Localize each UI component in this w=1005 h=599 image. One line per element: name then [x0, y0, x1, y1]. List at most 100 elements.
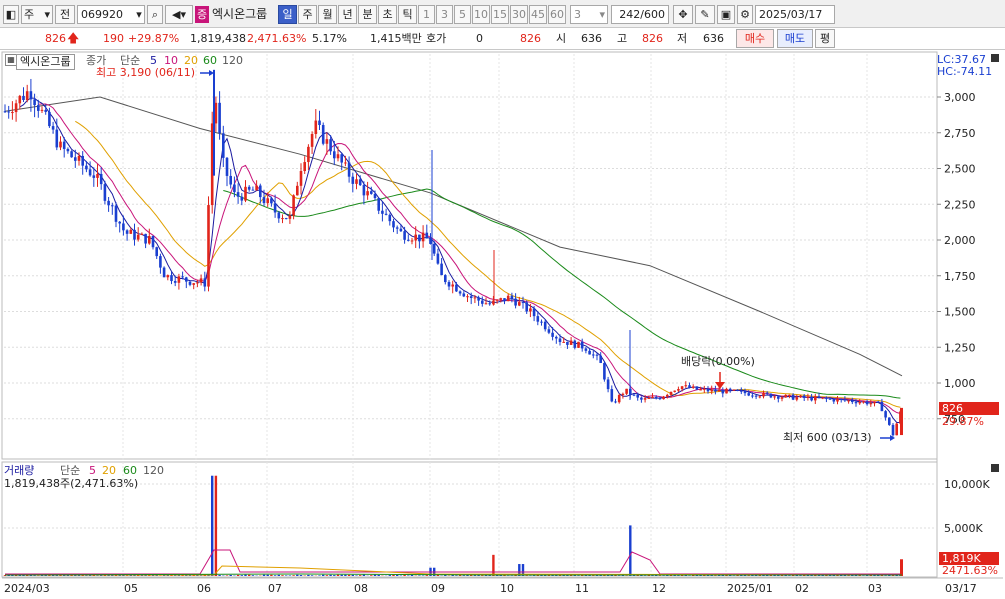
candle-body [488, 303, 491, 305]
chart-canvas[interactable]: 3,000 2,750 2,500 2,250 2,000 1,750 1,500 1,250… [0, 0, 1005, 599]
candle-body [532, 308, 536, 317]
candle-body [88, 169, 92, 176]
candle-body [251, 189, 255, 191]
candle-body [669, 391, 673, 395]
candle-body [310, 134, 314, 147]
x-tick-label: 10 [500, 582, 514, 595]
candle-body [266, 198, 269, 204]
candle-body [325, 139, 329, 144]
volume-bar [288, 575, 292, 576]
volume-bar [240, 575, 243, 576]
candle-body [743, 390, 747, 394]
candle-body [873, 401, 876, 404]
candle-body [151, 236, 155, 248]
candle-body [395, 227, 399, 229]
x-tick-label: 12 [652, 582, 666, 595]
volume-legend-ma20: 20 [102, 464, 116, 477]
candle-body [610, 389, 614, 402]
candle-body [136, 234, 140, 240]
legend-stock-name[interactable]: 엑시온그룹 [16, 54, 75, 70]
x-tick-label: 05 [124, 582, 138, 595]
candle-body [22, 95, 25, 100]
volume-tick-label: 5,000K [944, 522, 983, 535]
x-tick-label: 08 [354, 582, 368, 595]
candle-body [114, 205, 118, 222]
candle-body [25, 91, 29, 100]
candle-body [40, 109, 44, 111]
candle-body [18, 95, 22, 104]
candle-body [425, 232, 429, 239]
candle-body [155, 247, 158, 257]
candle-body [218, 102, 221, 134]
candle-body [558, 338, 562, 343]
candle-body [107, 200, 110, 206]
x-tick-label: 09 [431, 582, 445, 595]
candle-body [344, 162, 347, 164]
candle-body [273, 203, 277, 213]
candle-body [481, 300, 484, 304]
candle-body [680, 386, 684, 390]
volume-bar [373, 574, 377, 576]
candle-body [721, 389, 725, 394]
candle-body [118, 221, 121, 224]
candle-body [728, 388, 732, 391]
volume-bar [170, 575, 173, 576]
volume-bar [351, 574, 354, 576]
volume-bar [629, 525, 632, 576]
volume-bar [44, 575, 47, 576]
candle-body [854, 402, 858, 404]
candle-body [799, 395, 802, 398]
candle-body [392, 221, 395, 228]
legend-ma120: 120 [222, 54, 243, 67]
y-tick-label: 2,500 [944, 163, 976, 176]
candle-body [366, 191, 369, 196]
x-tick-label: 2024/03 [4, 582, 50, 595]
candle-body [636, 394, 639, 398]
volume-bar [244, 574, 247, 576]
volume-bar [695, 575, 699, 576]
volume-bar [669, 575, 673, 576]
candle-body [55, 129, 59, 148]
candle-body [725, 388, 728, 394]
candle-body [806, 396, 810, 398]
candle-body [173, 281, 177, 283]
candle-body [11, 112, 14, 114]
candle-body [14, 103, 18, 113]
chart-frame [1, 51, 1003, 579]
candle-body [677, 389, 680, 391]
volume-bar [66, 575, 70, 576]
candle-body [784, 394, 787, 398]
candle-body [802, 395, 806, 398]
volume-bar [248, 574, 251, 576]
candle-body [48, 111, 51, 127]
panel-close-icon[interactable] [991, 54, 999, 62]
candle-body [288, 215, 292, 219]
volume-bar [462, 575, 465, 576]
high-label: 최고 3,190 (06/11) [96, 66, 196, 79]
candle-body [370, 191, 373, 194]
volume-bar [396, 575, 399, 576]
candle-body [99, 173, 103, 185]
candle-body [432, 243, 436, 254]
candle-body [521, 302, 525, 304]
current-volume-pct: 2471.63% [942, 564, 998, 577]
candle-body [196, 282, 199, 284]
candle-body [788, 394, 791, 396]
candle-body [321, 125, 325, 144]
candle-body [865, 401, 869, 405]
x-tick-label: 2025/01 [727, 582, 773, 595]
candle-body [810, 396, 813, 401]
candle-body [647, 397, 651, 399]
volume-bar [133, 575, 136, 576]
candle-body [862, 401, 865, 403]
candle-body [229, 175, 232, 185]
volume-legend-name: 거래량 [4, 464, 35, 477]
candle-body [632, 394, 636, 396]
candle-body [573, 340, 577, 348]
y-axis-ticks: 3,000 2,750 2,500 2,250 2,000 1,750 1,500 1,250… [937, 91, 990, 535]
volume-bar [481, 575, 484, 576]
candle-body [851, 400, 854, 403]
volume-panel-close-icon[interactable] [991, 464, 999, 472]
candle-body [62, 141, 66, 149]
volume-bar [211, 475, 214, 576]
